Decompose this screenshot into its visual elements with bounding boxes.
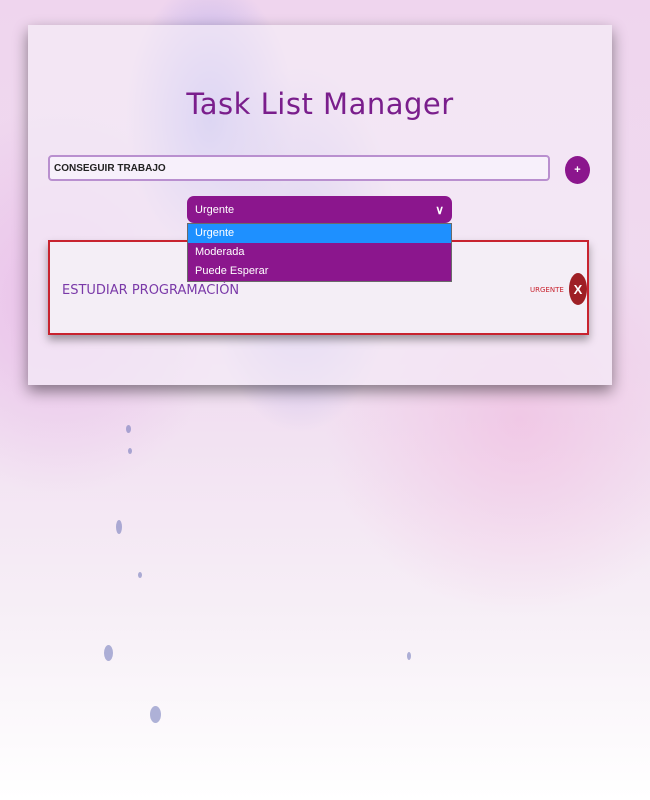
priority-option-moderada[interactable]: Moderada xyxy=(188,243,451,262)
page-title: Task List Manager xyxy=(186,87,454,121)
background-speck xyxy=(407,652,411,660)
task-priority-badge: URGENTE xyxy=(530,286,564,294)
priority-option-puede-esperar[interactable]: Puede Esperar xyxy=(188,262,451,281)
priority-dropdown-list: Urgente Moderada Puede Esperar xyxy=(187,223,452,282)
background-speck xyxy=(138,572,142,578)
priority-select-value: Urgente xyxy=(195,203,235,216)
task-manager-card: Task List Manager + Urgente ∨ ESTUDIAR P… xyxy=(28,25,612,385)
add-task-button[interactable]: + xyxy=(565,156,590,184)
task-input[interactable] xyxy=(48,155,550,181)
background-speck xyxy=(150,706,161,723)
background-speck xyxy=(128,448,132,454)
task-text: ESTUDIAR PROGRAMACIÓN xyxy=(62,283,240,298)
priority-select[interactable]: Urgente ∨ xyxy=(187,196,452,223)
background-speck xyxy=(116,520,122,534)
background-speck xyxy=(104,645,113,661)
priority-option-urgente[interactable]: Urgente xyxy=(188,224,451,243)
background-speck xyxy=(126,425,131,433)
delete-task-button[interactable]: X xyxy=(569,273,587,305)
chevron-down-icon: ∨ xyxy=(435,202,444,217)
